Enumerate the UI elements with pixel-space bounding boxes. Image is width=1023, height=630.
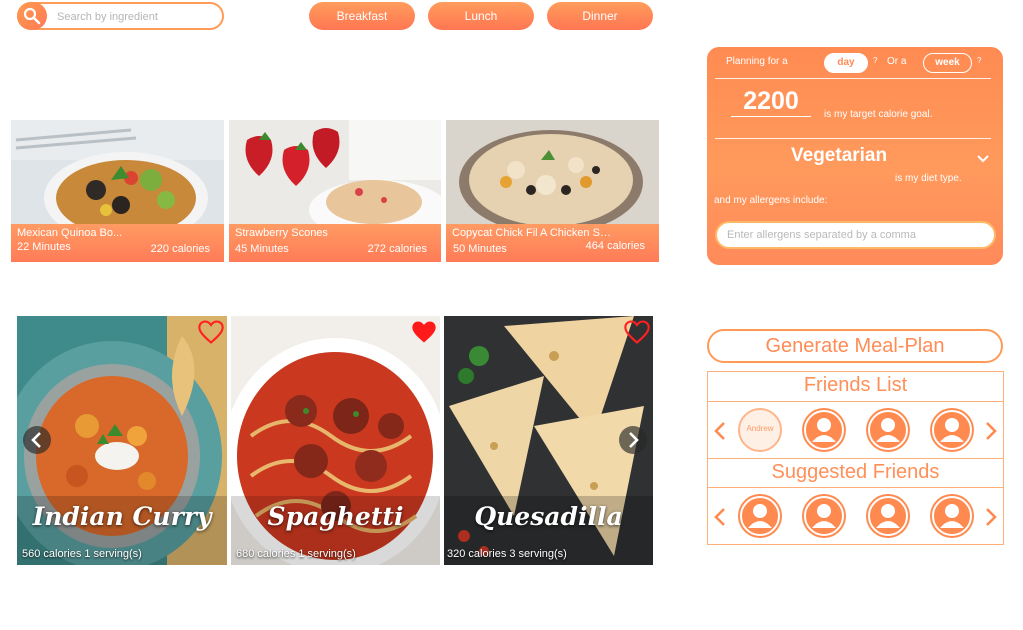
- divider: [708, 401, 1003, 402]
- day-toggle[interactable]: day: [824, 53, 868, 73]
- divider: [715, 78, 991, 79]
- friend-avatar[interactable]: [930, 408, 974, 452]
- chevron-right-icon[interactable]: [984, 421, 998, 441]
- chevron-right-icon: [629, 432, 639, 448]
- user-icon: [804, 410, 844, 450]
- favorite-name: Indian Curry: [32, 502, 212, 531]
- recipe-card[interactable]: Mexican Quinoa Bo... 22 Minutes 220 calo…: [11, 120, 224, 262]
- planning-label: Planning for a: [726, 56, 788, 67]
- user-icon: [868, 410, 908, 450]
- recipe-card[interactable]: Strawberry Scones 45 Minutes 272 calorie…: [229, 120, 441, 262]
- allergen-input[interactable]: [715, 221, 996, 249]
- user-icon: [740, 496, 780, 536]
- user-icon: [868, 496, 908, 536]
- allergen-label: and my allergens include:: [714, 195, 828, 206]
- recipe-title: Mexican Quinoa Bo...: [17, 227, 123, 239]
- friends-list-panel: Friends List Andrew: [707, 371, 1004, 459]
- recipe-calories: 464 calories: [585, 240, 645, 252]
- recipe-calories: 220 calories: [150, 243, 210, 255]
- favorite-info: 560 calories 1 serving(s): [22, 548, 142, 560]
- carousel-next-button[interactable]: [619, 426, 647, 454]
- tab-dinner[interactable]: Dinner: [547, 2, 653, 30]
- divider: [708, 487, 1003, 488]
- favorite-name: Quesadilla: [474, 502, 623, 531]
- recipe-calories: 272 calories: [367, 243, 427, 255]
- help-icon[interactable]: ?: [977, 56, 981, 65]
- diet-label: is my diet type.: [895, 173, 962, 184]
- tab-breakfast[interactable]: Breakfast: [309, 2, 415, 30]
- friend-avatar[interactable]: [866, 408, 910, 452]
- friend-avatar[interactable]: [802, 408, 846, 452]
- suggested-avatar[interactable]: [866, 494, 910, 538]
- meal-planner-panel: Planning for a day ? Or a week ? is my t…: [707, 47, 1003, 265]
- favorite-info: 320 calories 3 serving(s): [447, 548, 567, 560]
- recipe-minutes: 22 Minutes: [17, 241, 71, 253]
- recipe-card[interactable]: Copycat Chick Fil A Chicken Sa... 50 Min…: [446, 120, 659, 262]
- recipe-minutes: 50 Minutes: [453, 243, 507, 255]
- heart-outline-icon[interactable]: [623, 318, 651, 346]
- friend-avatar[interactable]: Andrew: [738, 408, 782, 452]
- chevron-left-icon[interactable]: [713, 507, 727, 527]
- divider: [715, 138, 991, 139]
- chevron-right-icon[interactable]: [984, 507, 998, 527]
- user-icon: [932, 410, 972, 450]
- favorite-card[interactable]: Quesadilla 320 calories 3 serving(s): [444, 316, 653, 565]
- tab-lunch[interactable]: Lunch: [428, 2, 534, 30]
- favorite-card[interactable]: Indian Curry 560 calories 1 serving(s): [17, 316, 227, 565]
- calorie-input[interactable]: [731, 87, 811, 117]
- favorite-card[interactable]: Spaghetti 680 calories 1 serving(s): [231, 316, 440, 565]
- carousel-prev-button[interactable]: [23, 426, 51, 454]
- suggested-avatar[interactable]: [930, 494, 974, 538]
- favorite-name: Spaghetti: [267, 502, 404, 531]
- chevron-left-icon[interactable]: [713, 421, 727, 441]
- calorie-label: is my target calorie goal.: [824, 109, 933, 120]
- user-icon: [932, 496, 972, 536]
- search-icon[interactable]: [17, 2, 47, 30]
- recipe-photo: [446, 120, 659, 224]
- recipe-photo: [229, 120, 441, 224]
- help-icon[interactable]: ?: [873, 56, 877, 65]
- recipe-photo: [11, 120, 224, 224]
- recipe-minutes: 45 Minutes: [235, 243, 289, 255]
- heart-filled-icon[interactable]: [410, 318, 438, 346]
- chevron-down-icon[interactable]: [977, 155, 989, 163]
- recipe-title: Copycat Chick Fil A Chicken Sa...: [452, 227, 612, 239]
- suggested-friends-title: Suggested Friends: [771, 461, 940, 483]
- suggested-avatar[interactable]: [802, 494, 846, 538]
- diet-select[interactable]: Vegetarian: [791, 145, 887, 167]
- generate-meal-plan-button[interactable]: Generate Meal-Plan: [707, 329, 1003, 363]
- search-input[interactable]: [57, 8, 217, 26]
- favorite-info: 680 calories 1 serving(s): [236, 548, 356, 560]
- friend-name: Andrew: [746, 424, 774, 433]
- recipe-title: Strawberry Scones: [235, 227, 328, 239]
- heart-outline-icon[interactable]: [197, 318, 225, 346]
- suggested-avatar[interactable]: [738, 494, 782, 538]
- search-bar[interactable]: [17, 2, 224, 30]
- user-icon: [804, 496, 844, 536]
- week-toggle[interactable]: week: [923, 53, 972, 73]
- friends-list-title: Friends List: [803, 374, 908, 396]
- or-label: Or a: [887, 56, 907, 67]
- suggested-friends-panel: Suggested Friends: [707, 458, 1004, 545]
- chevron-left-icon: [31, 432, 41, 448]
